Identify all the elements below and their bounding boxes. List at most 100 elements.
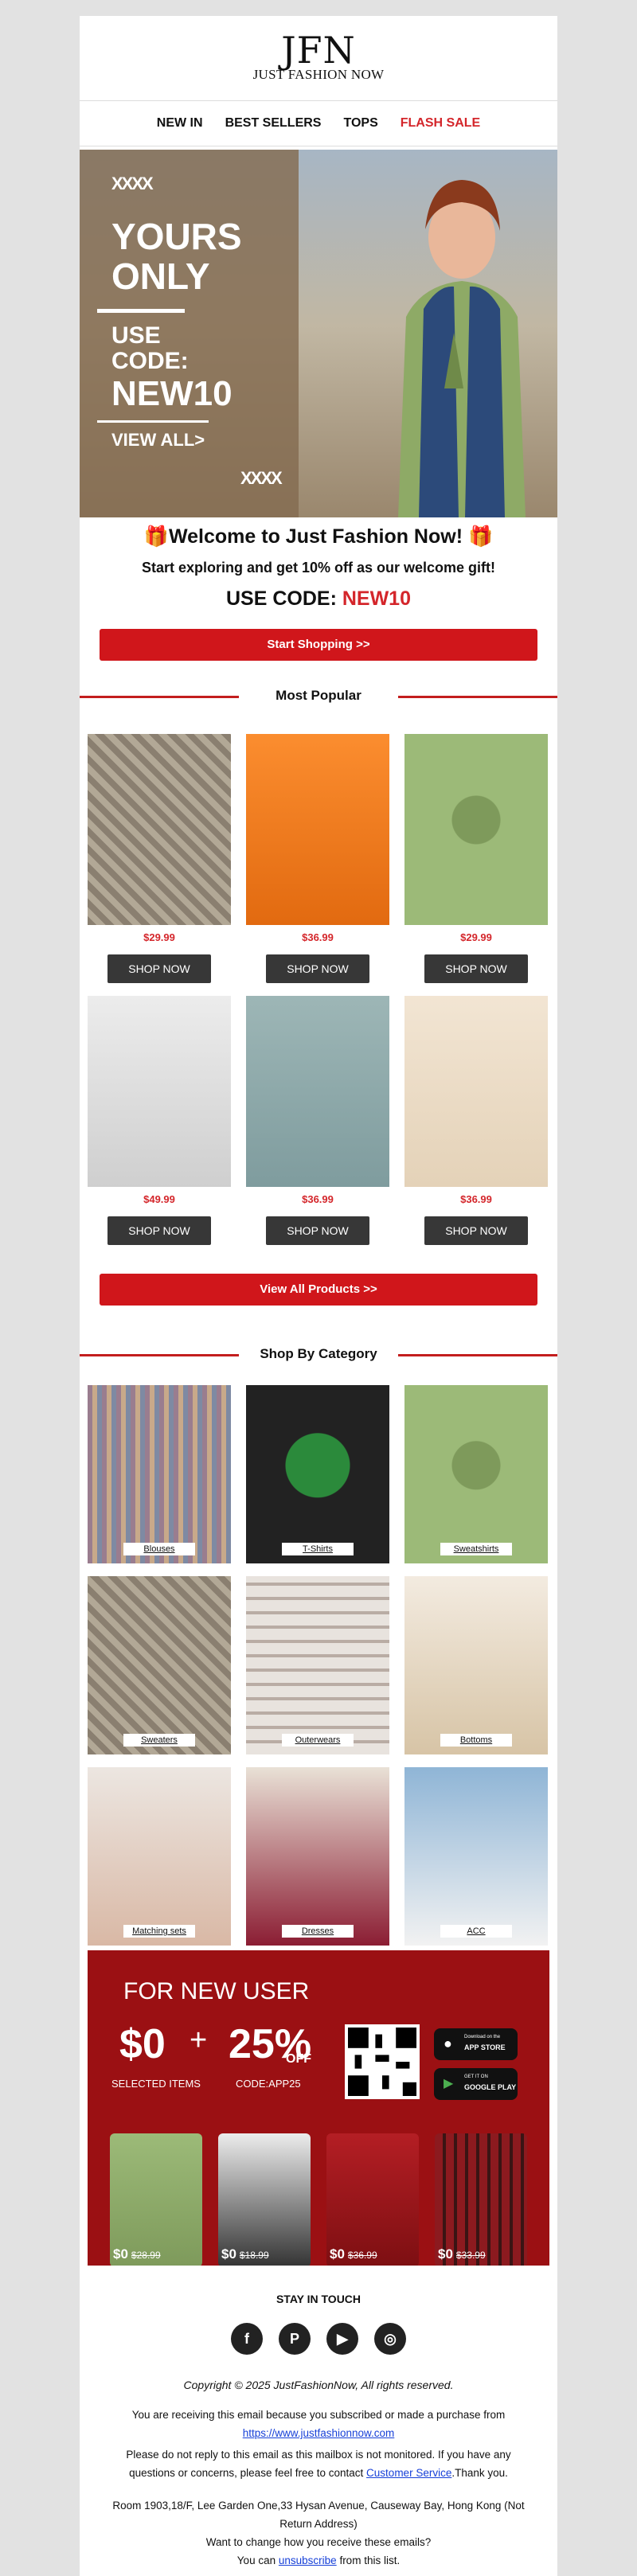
category-label[interactable]: Matching sets xyxy=(123,1925,195,1938)
product-image[interactable] xyxy=(246,734,389,925)
new-user-promo-banner[interactable]: FOR NEW USER $0 + 25% OFF SELECTED ITEMS… xyxy=(88,1950,549,2266)
product-image[interactable] xyxy=(88,996,231,1187)
receiving-text: You are receiving this email because you… xyxy=(131,2409,506,2421)
customer-service-link[interactable]: Customer Service xyxy=(366,2467,451,2479)
start-shopping-button[interactable]: Start Shopping >> xyxy=(100,629,537,661)
product-card: $36.99 SHOP NOW xyxy=(246,996,389,1245)
logo-subtitle: JUST FASHION NOW xyxy=(252,67,385,82)
promo-off: OFF xyxy=(286,2052,311,2066)
promo-item[interactable]: $0 $28.99 xyxy=(110,2133,202,2266)
product-price: $36.99 xyxy=(460,1193,492,1205)
nav-tops[interactable]: TOPS xyxy=(343,116,377,131)
hero-model-photo xyxy=(398,180,526,517)
promo-price-now: $0 xyxy=(113,2246,128,2262)
shop-now-button[interactable]: SHOP NOW xyxy=(266,1216,369,1245)
nav-new-in[interactable]: NEW IN xyxy=(157,116,203,131)
category-label[interactable]: Bottoms xyxy=(440,1734,512,1747)
category-tile-dresses[interactable]: Dresses xyxy=(246,1767,389,1946)
shop-now-button[interactable]: SHOP NOW xyxy=(107,1216,211,1245)
category-label[interactable]: Dresses xyxy=(282,1925,354,1938)
hero-line2: ONLY xyxy=(111,256,210,297)
category-label[interactable]: Blouses xyxy=(123,1543,195,1555)
shop-now-button[interactable]: SHOP NOW xyxy=(107,954,211,983)
can-text: You can xyxy=(236,2555,276,2566)
hero-use: USE xyxy=(111,322,161,349)
app-store-button[interactable]: ● Download on the APP STORE xyxy=(434,2028,518,2060)
top-nav: NEW IN BEST SELLERS TOPS FLASH SALE xyxy=(80,100,557,146)
category-tile-sweatshirts[interactable]: Sweatshirts xyxy=(404,1385,548,1563)
product-card: $36.99 SHOP NOW xyxy=(246,734,389,983)
google-play-label: GOOGLE PLAY xyxy=(464,2083,517,2091)
promo-price-was: $18.99 xyxy=(239,2250,269,2261)
promo-plus: + xyxy=(190,2024,208,2057)
hero-view-all[interactable]: VIEW ALL> xyxy=(111,430,205,451)
category-label[interactable]: ACC xyxy=(440,1925,512,1938)
product-card: $49.99 SHOP NOW xyxy=(88,996,231,1245)
view-all-products-button[interactable]: View All Products >> xyxy=(100,1274,537,1306)
promo-price-now: $0 xyxy=(221,2246,236,2262)
qr-code[interactable] xyxy=(345,2024,420,2099)
pinterest-icon[interactable]: P xyxy=(279,2323,311,2355)
unsubscribe-link[interactable]: unsubscribe xyxy=(279,2555,337,2566)
category-tile-outerwears[interactable]: Outerwears xyxy=(246,1576,389,1754)
google-play-small: GET IT ON xyxy=(464,2074,488,2079)
category-label[interactable]: Sweaters xyxy=(123,1734,195,1747)
hero-headline: YOURS ONLY xyxy=(111,217,242,296)
youtube-icon[interactable]: ▶ xyxy=(326,2323,358,2355)
hero-banner[interactable]: XXXX YOURS ONLY USE CODE: NEW10 VIEW ALL… xyxy=(80,150,557,517)
shop-now-button[interactable]: SHOP NOW xyxy=(266,954,369,983)
product-image[interactable] xyxy=(404,996,548,1187)
nav-best-sellers[interactable]: BEST SELLERS xyxy=(225,116,322,131)
promo-code: CODE:APP25 xyxy=(236,2078,301,2090)
product-image[interactable] xyxy=(404,734,548,925)
hero-code: NEW10 xyxy=(111,374,233,413)
shop-now-button[interactable]: SHOP NOW xyxy=(424,954,528,983)
category-label[interactable]: T-Shirts xyxy=(282,1543,354,1555)
promo-price-was: $28.99 xyxy=(131,2250,161,2261)
shop-now-button[interactable]: SHOP NOW xyxy=(424,1216,528,1245)
category-title: Shop By Category xyxy=(260,1346,377,1361)
nav-flash-sale[interactable]: FLASH SALE xyxy=(401,116,480,131)
promo-item[interactable]: $0 $36.99 xyxy=(326,2133,419,2266)
product-price: $49.99 xyxy=(143,1193,175,1205)
hero-code-block: USE CODE: NEW10 xyxy=(111,323,233,414)
thanks-text: .Thank you. xyxy=(451,2467,508,2479)
app-store-label: APP STORE xyxy=(464,2043,506,2051)
instagram-icon[interactable]: ◎ xyxy=(374,2323,406,2355)
footer: STAY IN TOUCH f P ▶ ◎ Copyright © 2025 J… xyxy=(80,2277,557,2570)
stay-in-touch: STAY IN TOUCH xyxy=(276,2293,361,2305)
promo-zero: $0 xyxy=(119,2021,166,2067)
promo-price-was: $36.99 xyxy=(347,2250,377,2261)
promo-selected-items: SELECTED ITEMS xyxy=(111,2078,201,2090)
category-label[interactable]: Outerwears xyxy=(282,1734,354,1747)
category-tile-acc[interactable]: ACC xyxy=(404,1767,548,1946)
promo-price-now: $0 xyxy=(438,2246,453,2262)
promo-item[interactable]: $0 $18.99 xyxy=(218,2133,311,2266)
brand-logo[interactable]: JFN JUST FASHION NOW xyxy=(80,16,557,100)
product-price: $29.99 xyxy=(460,931,492,943)
site-link[interactable]: https://www.justfashionnow.com xyxy=(243,2427,395,2439)
hero-code-label: CODE: xyxy=(111,348,189,374)
google-play-button[interactable]: ▶ GET IT ON GOOGLE PLAY xyxy=(434,2068,518,2100)
product-image[interactable] xyxy=(246,996,389,1187)
product-image[interactable] xyxy=(88,734,231,925)
category-tile-matching-sets[interactable]: Matching sets xyxy=(88,1767,231,1946)
popular-heading: Most Popular xyxy=(80,685,557,708)
hero-divider xyxy=(97,309,185,313)
category-tile-sweaters[interactable]: Sweaters xyxy=(88,1576,231,1754)
welcome-title: 🎁Welcome to Just Fashion Now! 🎁 xyxy=(143,525,494,548)
google-play-icon: ▶ xyxy=(444,2077,454,2090)
unsubscribe-line: You can unsubscribe from this list. xyxy=(111,2551,526,2570)
facebook-icon[interactable]: f xyxy=(231,2323,263,2355)
category-label[interactable]: Sweatshirts xyxy=(440,1543,512,1555)
product-price: $29.99 xyxy=(143,931,175,943)
category-tile-bottoms[interactable]: Bottoms xyxy=(404,1576,548,1754)
subscription-notice: You are receiving this email because you… xyxy=(111,2406,526,2442)
promo-title: FOR NEW USER xyxy=(123,1978,310,2004)
email-body: JFN JUST FASHION NOW NEW IN BEST SELLERS… xyxy=(80,16,557,2576)
app-store-small: Download on the xyxy=(464,2035,501,2039)
promo-item[interactable]: $0 $33.99 xyxy=(435,2133,527,2266)
qr-code-pattern xyxy=(348,2028,416,2096)
category-tile-blouses[interactable]: Blouses xyxy=(88,1385,231,1563)
category-tile-tshirts[interactable]: T-Shirts xyxy=(246,1385,389,1563)
